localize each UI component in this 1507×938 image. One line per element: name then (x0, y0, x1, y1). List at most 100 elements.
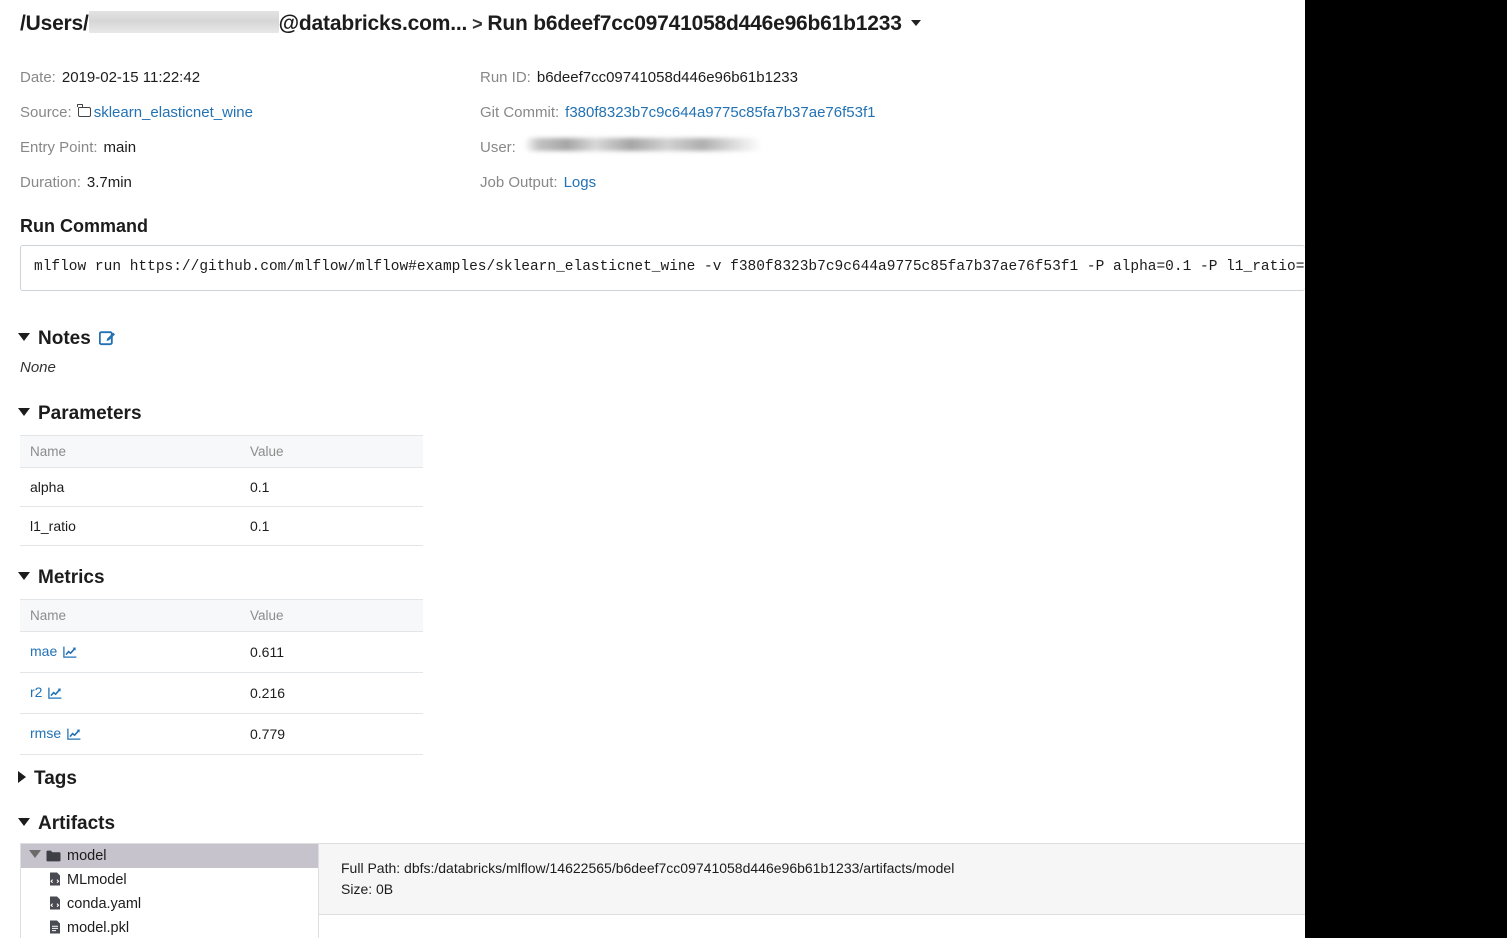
artifacts-title: Artifacts (38, 813, 116, 834)
parameter-name: alpha (20, 467, 240, 507)
metrics-title: Metrics (38, 567, 105, 588)
code-file-icon (49, 894, 61, 918)
parameters-table: Name Value alpha 0.1 l1_ratio 0.1 (20, 435, 423, 546)
line-chart-icon[interactable] (48, 686, 62, 702)
metadata-row-user: User: (480, 130, 875, 165)
column-header-value: Value (240, 435, 423, 468)
duration-label: Duration: (20, 174, 81, 191)
duration-value: 3.7min (86, 174, 132, 191)
metric-value: 0.216 (240, 672, 423, 714)
metadata-row-duration: Duration: 3.7min (20, 165, 253, 200)
table-header-row: Name Value (20, 599, 423, 632)
table-row: r2 0.216 (20, 672, 423, 714)
parameters-section-header[interactable]: Parameters (18, 403, 142, 425)
column-header-name: Name (20, 435, 240, 468)
run-command-title: Run Command (20, 216, 148, 236)
notes-section-header[interactable]: Notes (18, 328, 116, 352)
breadcrumb-root: /Users/ (20, 12, 89, 35)
parameters-title: Parameters (38, 403, 142, 424)
artifacts-panel: model MLmodel conda.yaml model.pkl Full … (20, 843, 1305, 938)
column-header-value: Value (240, 599, 423, 632)
metadata-row-job-output: Job Output: Logs (480, 165, 875, 200)
line-chart-icon[interactable] (67, 727, 81, 743)
screenshot-letterbox (1305, 0, 1507, 938)
tree-node-model-pkl[interactable]: model.pkl (21, 916, 318, 938)
tree-node-model-folder[interactable]: model (21, 844, 318, 868)
git-commit-label: Git Commit: (480, 104, 560, 121)
metadata-row-entry-point: Entry Point: main (20, 130, 253, 165)
metadata-row-source: Source: sklearn_elasticnet_wine (20, 95, 253, 130)
folder-icon (46, 846, 61, 870)
run-command-box[interactable]: mlflow run https://github.com/mlflow/mlf… (20, 245, 1305, 291)
user-label: User: (480, 139, 516, 156)
chevron-expanded-icon[interactable] (29, 850, 41, 858)
artifact-detail-header: Full Path: dbfs:/databricks/mlflow/14622… (319, 844, 1305, 915)
chevron-expanded-icon (18, 333, 30, 341)
table-row: rmse 0.779 (20, 713, 423, 755)
metric-link-r2[interactable]: r2 (30, 684, 42, 700)
source-label: Source: (20, 104, 72, 121)
artifact-full-path: Full Path: dbfs:/databricks/mlflow/14622… (341, 860, 955, 876)
metric-link-mae[interactable]: mae (30, 643, 57, 659)
tree-node-mlmodel[interactable]: MLmodel (21, 868, 318, 892)
entry-point-label: Entry Point: (20, 139, 98, 156)
chevron-expanded-icon (18, 572, 30, 580)
metadata-right-column: Run ID: b6deef7cc09741058d446e96b61b1233 … (480, 60, 875, 200)
run-command-text: mlflow run https://github.com/mlflow/mlf… (34, 259, 1305, 275)
tree-node-label: model.pkl (67, 920, 130, 936)
table-row: l1_ratio 0.1 (20, 506, 423, 546)
run-id-label: Run ID: (480, 69, 531, 86)
table-row: mae 0.611 (20, 631, 423, 673)
parameter-value: 0.1 (240, 506, 423, 546)
edit-note-icon[interactable] (98, 329, 116, 352)
logs-link[interactable]: Logs (564, 174, 597, 191)
breadcrumb-experiment-link[interactable]: /Users/ @databricks.com... (20, 11, 468, 35)
metadata-row-date: Date: 2019-02-15 11:22:42 (20, 60, 253, 95)
column-header-name: Name (20, 599, 240, 632)
parameter-value: 0.1 (240, 467, 423, 507)
notes-title: Notes (38, 328, 91, 349)
git-commit-link[interactable]: f380f8323b7c9c644a9775c85fa7b37ae76f53f1 (565, 104, 875, 121)
line-chart-icon[interactable] (63, 645, 77, 661)
source-link[interactable]: sklearn_elasticnet_wine (94, 104, 253, 121)
artifact-tree[interactable]: model MLmodel conda.yaml model.pkl (21, 844, 319, 938)
run-id-value: b6deef7cc09741058d446e96b61b1233 (536, 69, 798, 86)
chevron-expanded-icon (18, 818, 30, 826)
artifacts-section-header[interactable]: Artifacts (18, 813, 115, 835)
tags-title: Tags (34, 768, 77, 789)
chevron-collapsed-icon (18, 771, 26, 783)
metric-value: 0.779 (240, 713, 423, 755)
breadcrumb-domain: @databricks.com... (278, 12, 468, 35)
metrics-section-header[interactable]: Metrics (18, 567, 105, 589)
run-details-page: /Users/ @databricks.com... > Run b6deef7cc0… (0, 0, 1305, 938)
notes-body: None (20, 359, 56, 376)
metadata-row-git-commit: Git Commit: f380f8323b7c9c644a9775c85fa7b… (480, 95, 875, 130)
breadcrumb: /Users/ @databricks.com... > Run b6deef7cc0… (20, 11, 921, 36)
redacted-user-email (523, 138, 762, 151)
redacted-username (88, 11, 279, 33)
entry-point-value: main (103, 139, 137, 156)
chevron-down-icon[interactable] (910, 20, 921, 26)
date-label: Date: (20, 69, 56, 86)
artifact-detail-panel: Full Path: dbfs:/databricks/mlflow/14622… (319, 844, 1305, 938)
chevron-expanded-icon (18, 408, 30, 416)
breadcrumb-separator: > (472, 14, 483, 34)
tree-node-label: model (67, 848, 107, 864)
metrics-table: Name Value mae 0.611 r2 0.216 rmse 0.779 (20, 599, 423, 755)
table-header-row: Name Value (20, 435, 423, 468)
tags-section-header[interactable]: Tags (18, 768, 77, 790)
tree-node-conda-yaml[interactable]: conda.yaml (21, 892, 318, 916)
tree-node-label: MLmodel (67, 872, 127, 888)
artifact-size: Size: 0B (341, 881, 394, 897)
file-icon (49, 918, 61, 938)
tree-node-label: conda.yaml (67, 896, 142, 912)
job-output-label: Job Output: (480, 174, 558, 191)
date-value: 2019-02-15 11:22:42 (61, 69, 201, 86)
metadata-left-column: Date: 2019-02-15 11:22:42 Source: sklearn_… (20, 60, 253, 200)
parameter-name: l1_ratio (20, 506, 240, 546)
code-file-icon (49, 870, 61, 894)
metadata-row-run-id: Run ID: b6deef7cc09741058d446e96b61b1233 (480, 60, 875, 95)
metric-link-rmse[interactable]: rmse (30, 725, 61, 741)
folder-icon (77, 104, 91, 117)
metric-value: 0.611 (240, 631, 423, 673)
